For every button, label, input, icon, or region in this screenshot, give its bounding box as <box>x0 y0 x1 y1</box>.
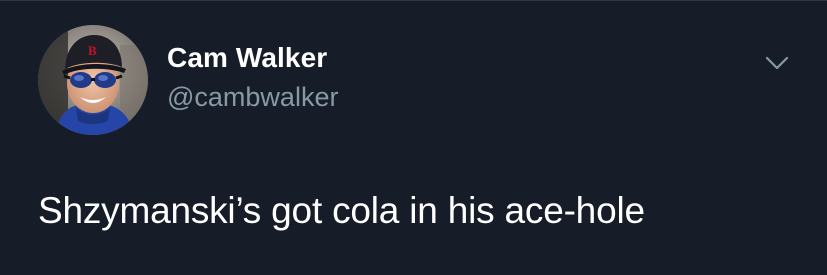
avatar-image: B <box>38 25 148 135</box>
tweet-text: Shzymanski’s got cola in his ace-hole <box>38 190 645 231</box>
author-handle[interactable]: @cambwalker <box>167 82 338 113</box>
svg-text:B: B <box>88 43 97 58</box>
tweet-card: B Cam Walker @cambwalker Shzymanski’s go… <box>0 0 827 275</box>
author-display-name[interactable]: Cam Walker <box>167 42 327 74</box>
avatar[interactable]: B <box>38 25 148 135</box>
chevron-down-icon[interactable] <box>760 50 794 76</box>
